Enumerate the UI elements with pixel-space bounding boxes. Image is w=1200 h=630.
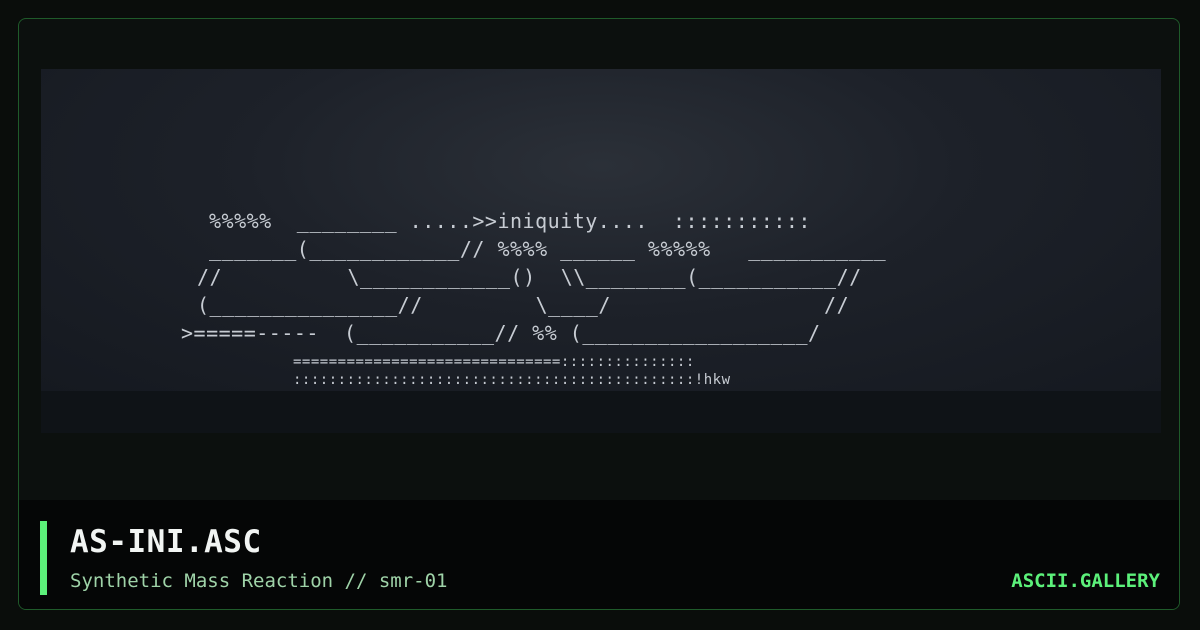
- artwork-bottom-strip: [41, 391, 1161, 433]
- ascii-line: (_______________// \____/ //: [197, 293, 850, 317]
- artwork-title: AS-INI.ASC: [70, 524, 262, 560]
- ascii-line: _______(____________// %%%% ______ %%%%%…: [209, 237, 887, 261]
- ascii-art-layer: %%%%% ________ .....>>iniquity.... :::::…: [41, 69, 1161, 391]
- ascii-line: >=====----- (___________// %% (_________…: [181, 321, 821, 345]
- artwork-subtitle: Synthetic Mass Reaction // smr-01: [70, 570, 448, 592]
- ascii-line: // \____________() \\________(__________…: [197, 265, 862, 289]
- ascii-line: ::::::::::::::::::::::::::::::::::::::::…: [293, 372, 731, 388]
- ascii-line: %%%%% ________ .....>>iniquity.... :::::…: [209, 209, 811, 233]
- accent-bar: [40, 521, 47, 595]
- info-footer: AS-INI.ASC Synthetic Mass Reaction // sm…: [19, 500, 1179, 609]
- site-brand: ASCII.GALLERY: [1011, 570, 1160, 592]
- card-frame: %%%%% ________ .....>>iniquity.... :::::…: [18, 18, 1180, 610]
- ascii-artwork: %%%%% ________ .....>>iniquity.... :::::…: [41, 69, 1161, 391]
- ascii-line: ==============================::::::::::…: [293, 354, 695, 370]
